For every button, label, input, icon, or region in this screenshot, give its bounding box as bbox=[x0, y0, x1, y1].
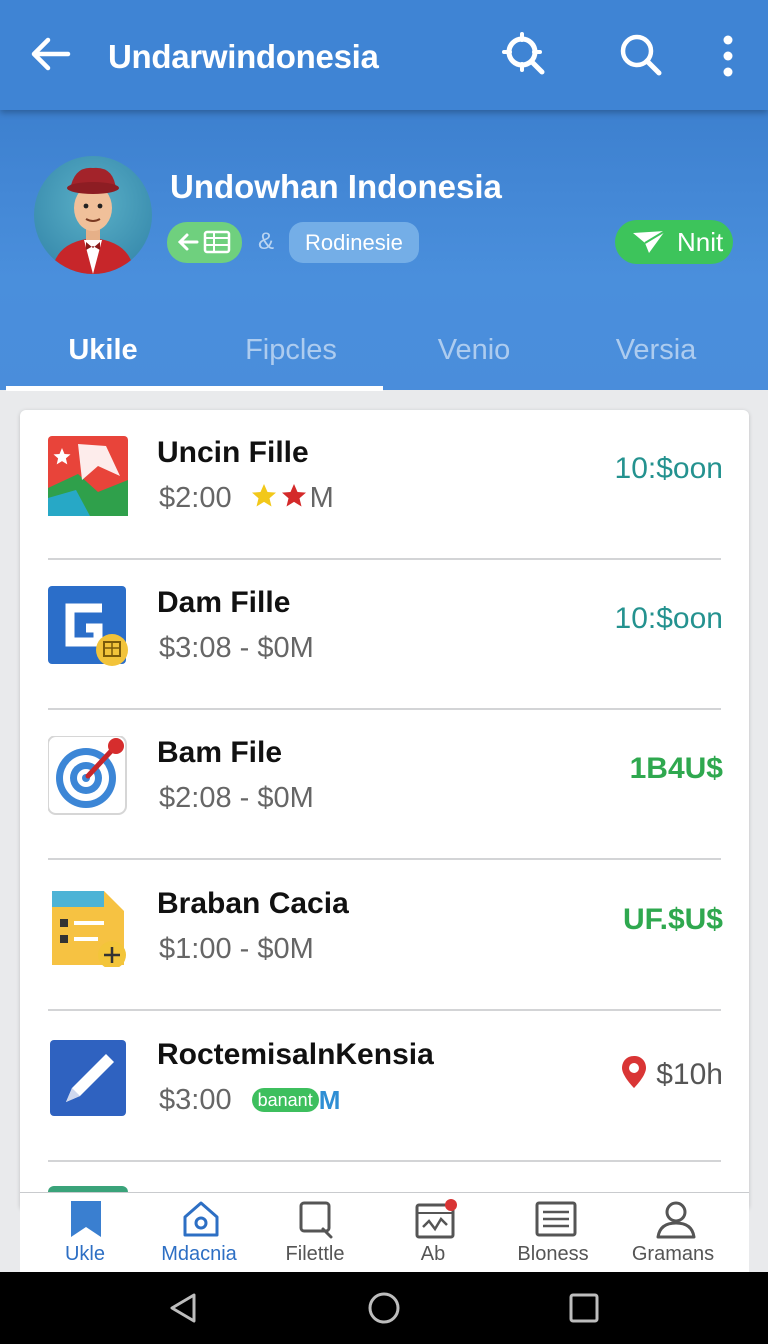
list-item[interactable]: Bam File $2:08 - $0M 1B4U$ bbox=[20, 710, 749, 860]
item-name: Uncin Fille bbox=[157, 436, 309, 469]
avatar-illustration bbox=[52, 167, 134, 274]
item-meta: UF.$U$ bbox=[622, 903, 723, 936]
search-square-icon bbox=[299, 1201, 333, 1239]
nav-bloness[interactable]: Bloness bbox=[494, 1193, 612, 1273]
location-chip[interactable]: Rodinesie bbox=[289, 222, 419, 263]
item-name: Dam Fille bbox=[157, 586, 291, 619]
list-icon bbox=[535, 1201, 577, 1237]
file-list-card: Uncin Fille $2:00 M 10:$oon Dam Fille $3… bbox=[20, 410, 749, 1210]
back-triangle-icon[interactable] bbox=[168, 1292, 198, 1324]
tab-fipcles[interactable]: Fipcles bbox=[195, 334, 387, 367]
nav-gramans[interactable]: Gramans bbox=[614, 1193, 732, 1273]
item-meta: 10:$oon bbox=[614, 452, 723, 485]
arrow-table-icon bbox=[177, 230, 231, 254]
location-pin-icon bbox=[622, 1056, 647, 1088]
item-subtitle: $2:08 - $0M bbox=[159, 782, 314, 814]
item-meta: 10:$oon bbox=[614, 602, 723, 635]
app-title: Undarwindonesia bbox=[108, 38, 379, 75]
home-icon bbox=[183, 1201, 219, 1237]
tab-venio[interactable]: Venio bbox=[378, 334, 570, 367]
list-item[interactable]: RoctemisalnKensia $3:00 banant M $10h bbox=[20, 1012, 749, 1162]
item-meta: $10h bbox=[620, 1054, 723, 1092]
system-nav-bar bbox=[0, 1272, 768, 1344]
app-bar: Undarwindonesia bbox=[0, 0, 768, 110]
back-arrow-icon[interactable] bbox=[28, 30, 72, 78]
divider bbox=[48, 1009, 721, 1011]
document-g-icon bbox=[48, 586, 128, 666]
item-badge: banant bbox=[251, 1088, 319, 1112]
person-icon bbox=[656, 1201, 696, 1239]
search-icon[interactable] bbox=[616, 30, 664, 78]
item-meta: 1B4U$ bbox=[629, 752, 723, 785]
nav-mdacnia[interactable]: Mdacnia bbox=[140, 1193, 258, 1273]
list-item[interactable]: Dam Fille $3:08 - $0M 10:$oon bbox=[20, 560, 749, 710]
action-chip[interactable]: Nnit bbox=[615, 220, 733, 264]
nav-ab[interactable]: Ab bbox=[374, 1193, 492, 1273]
avatar[interactable] bbox=[34, 156, 152, 274]
item-name: Bam File bbox=[157, 736, 283, 769]
list-item[interactable]: Uncin Fille $2:00 M 10:$oon bbox=[20, 410, 749, 560]
paper-plane-icon bbox=[633, 230, 666, 253]
tab-indicator bbox=[6, 386, 383, 391]
header-title: Undowhan Indonesia bbox=[170, 168, 502, 205]
nav-filettle[interactable]: Filettle bbox=[256, 1193, 374, 1273]
chart-icon bbox=[415, 1199, 457, 1239]
divider bbox=[48, 858, 721, 860]
rating-stars-icon bbox=[251, 484, 306, 507]
item-subtitle: $1:00 - $0M bbox=[159, 933, 314, 965]
item-subtitle: $3:00 banant M bbox=[159, 1084, 341, 1116]
nav-ukle[interactable]: Ukle bbox=[26, 1193, 144, 1273]
tab-bar: Ukile Fipcles Venio Versia bbox=[0, 318, 768, 390]
action-chip-label: Nnit bbox=[677, 227, 724, 257]
item-name: Braban Cacia bbox=[157, 887, 349, 920]
bookmark-icon bbox=[71, 1201, 101, 1237]
recents-square-icon[interactable] bbox=[568, 1292, 600, 1324]
home-circle-icon[interactable] bbox=[366, 1290, 402, 1326]
notes-add-icon bbox=[52, 891, 126, 967]
list-item[interactable]: Braban Cacia $1:00 - $0M UF.$U$ bbox=[20, 861, 749, 1011]
settings-search-icon[interactable] bbox=[500, 30, 548, 78]
profile-header: Undowhan Indonesia & Rodinesie Nnit Ukil… bbox=[0, 110, 768, 390]
item-subtitle: $3:08 - $0M bbox=[159, 632, 314, 664]
ampersand-text: & bbox=[258, 228, 275, 255]
item-name: RoctemisalnKensia bbox=[157, 1038, 434, 1071]
item-subtitle: $2:00 M bbox=[159, 482, 334, 514]
share-chip[interactable] bbox=[167, 222, 242, 263]
pen-edit-icon bbox=[50, 1040, 126, 1116]
target-icon bbox=[48, 736, 127, 815]
bottom-navigation: Ukle Mdacnia Filettle Ab Bloness Gramans bbox=[20, 1192, 749, 1272]
tab-versia[interactable]: Versia bbox=[560, 334, 752, 367]
photo-app-icon bbox=[48, 436, 128, 516]
tab-ukile[interactable]: Ukile bbox=[7, 334, 199, 367]
more-vert-icon[interactable] bbox=[704, 30, 752, 78]
